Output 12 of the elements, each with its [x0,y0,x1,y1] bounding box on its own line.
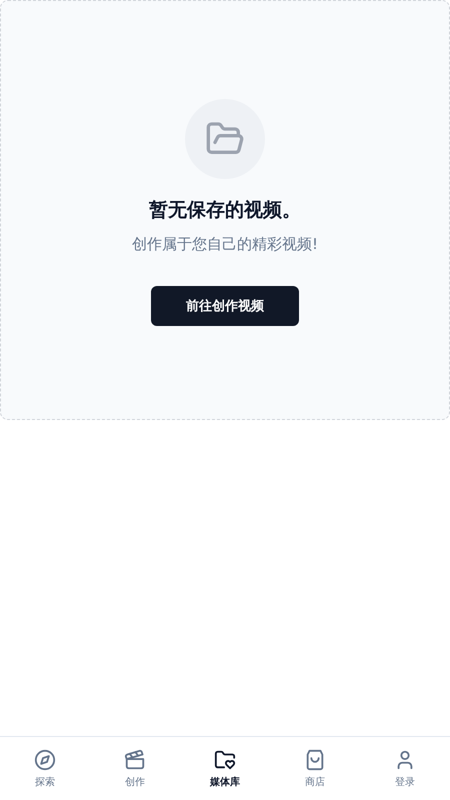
folder-heart-icon [214,748,236,770]
nav-tab[interactable]: 媒体库 [180,748,270,788]
empty-title: 暂无保存的视频。 [149,198,301,223]
clapperboard-icon [124,748,146,770]
shopping-bag-icon [304,748,326,770]
nav-tab[interactable]: 商店 [270,748,360,788]
create-video-button[interactable]: 前往创作视频 [151,286,299,326]
empty-subtitle: 创作属于您自己的精彩视频! [132,235,318,254]
nav-tab[interactable]: 创作 [90,748,180,788]
nav-tab[interactable]: 登录 [360,748,450,788]
compass-icon [34,748,56,770]
nav-tab[interactable]: 探索 [0,748,90,788]
